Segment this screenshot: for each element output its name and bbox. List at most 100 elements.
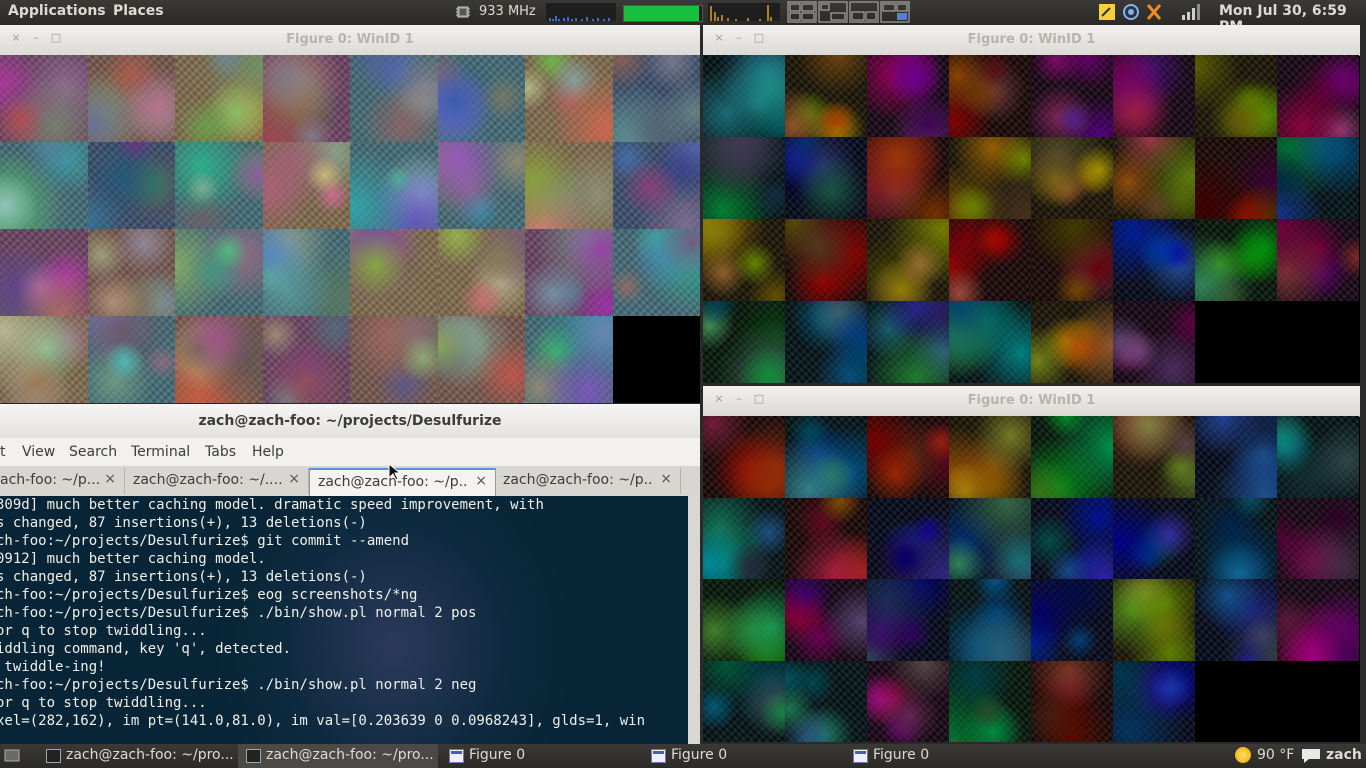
figure-titlebar[interactable]: × – □ Figure 0: WinID 1 — [0, 25, 700, 56]
figure-title: Figure 0: WinID 1 — [967, 32, 1096, 47]
image-tile — [1277, 55, 1359, 137]
chat-icon[interactable] — [1146, 4, 1162, 20]
menu-edit[interactable]: t — [0, 444, 6, 460]
image-tile — [1113, 416, 1195, 498]
taskbar-item-terminal-1[interactable]: zach@zach-foo: ~/pro... — [38, 744, 236, 768]
weather-temperature[interactable]: 90 °F — [1257, 747, 1294, 763]
terminal-tab-1[interactable]: ach-foo: ~/p... × — [0, 468, 125, 494]
menu-search[interactable]: Search — [69, 444, 117, 460]
image-tile — [785, 137, 867, 219]
signal-strength-icon[interactable] — [1182, 4, 1200, 20]
terminal-line: ch-foo:~/projects/Desulfurize$ git commi… — [0, 533, 410, 549]
image-tile — [703, 579, 785, 661]
taskbar-label: Figure 0 — [873, 747, 930, 763]
image-tile — [867, 660, 949, 742]
image-grid — [703, 416, 1360, 742]
image-tile — [612, 316, 700, 403]
show-desktop-icon[interactable] — [4, 748, 20, 764]
figure-window-3[interactable]: × – □ Figure 0: WinID 1 — [703, 386, 1360, 742]
menu-view[interactable]: View — [22, 444, 55, 460]
user-name[interactable]: zach — [1326, 747, 1362, 763]
terminal-scrollbar[interactable] — [688, 496, 700, 744]
taskbar-label: Figure 0 — [469, 747, 526, 763]
menu-terminal[interactable]: Terminal — [131, 444, 190, 460]
image-tile — [262, 142, 350, 229]
image-tile — [437, 142, 525, 229]
tab-close-icon[interactable]: × — [104, 471, 116, 487]
terminal-titlebar[interactable]: zach@zach-foo: ~/projects/Desulfurize — [0, 404, 700, 438]
image-tile — [1277, 301, 1359, 383]
image-tile — [1277, 660, 1359, 742]
figure-titlebar[interactable]: × – □ Figure 0: WinID 1 — [703, 25, 1360, 56]
cpu-icon — [456, 6, 470, 18]
mouse-cursor-icon — [388, 463, 400, 481]
user-chat-icon[interactable] — [1300, 747, 1322, 765]
tab-close-icon[interactable]: × — [475, 473, 487, 489]
image-tile — [703, 137, 785, 219]
memory-usage-bar[interactable] — [623, 5, 703, 22]
image-tile — [1277, 416, 1359, 498]
terminal-tab-4[interactable]: zach@zach-foo: ~/p... × — [495, 468, 681, 494]
system-tray — [1096, 2, 1214, 26]
taskbar-label: zach@zach-foo: ~/pro... — [66, 747, 234, 763]
terminal-tab-2[interactable]: zach@zach-foo: ~/.... × — [125, 468, 309, 494]
terminal-icon — [46, 749, 61, 763]
figure-titlebar[interactable]: × – □ Figure 0: WinID 1 — [703, 386, 1360, 417]
terminal-line: or q to stop twiddling... — [0, 623, 207, 639]
figure-window-2[interactable]: × – □ Figure 0: WinID 1 — [703, 25, 1360, 383]
image-tile — [867, 137, 949, 219]
image-tile — [262, 229, 350, 316]
terminal-line: s changed, 87 insertions(+), 13 deletion… — [0, 569, 367, 585]
terminal-window[interactable]: zach@zach-foo: ~/projects/Desulfurize t … — [0, 404, 700, 744]
workspace-switcher[interactable] — [787, 1, 913, 23]
figure-window-1[interactable]: × – □ Figure 0: WinID 1 — [0, 25, 700, 403]
image-tile — [350, 55, 438, 142]
terminal-output[interactable]: 309d] much better caching model. dramati… — [0, 496, 688, 744]
image-tile — [1277, 497, 1359, 579]
weather-sun-icon[interactable] — [1235, 747, 1251, 763]
image-tile — [87, 316, 175, 403]
image-tile — [703, 219, 785, 301]
terminal-icon — [246, 749, 261, 763]
image-grid — [0, 55, 700, 403]
tab-close-icon[interactable]: × — [288, 471, 300, 487]
menu-help[interactable]: Help — [252, 444, 284, 460]
image-tile — [87, 55, 175, 142]
image-tile — [785, 497, 867, 579]
image-tile — [1031, 660, 1113, 742]
applications-menu[interactable]: Applications — [8, 3, 106, 19]
image-tile — [175, 229, 263, 316]
places-menu[interactable]: Places — [113, 3, 164, 19]
network-load-graph[interactable] — [708, 3, 780, 21]
taskbar-label: Figure 0 — [671, 747, 728, 763]
figure-window-icon — [651, 749, 666, 763]
image-tile — [350, 142, 438, 229]
menu-tabs[interactable]: Tabs — [205, 444, 236, 460]
figure-window-icon — [449, 749, 464, 763]
tab-close-icon[interactable]: × — [660, 471, 672, 487]
cpu-load-graph[interactable] — [546, 3, 616, 21]
image-tile — [1277, 579, 1359, 661]
image-tile — [867, 219, 949, 301]
image-tile — [1031, 579, 1113, 661]
image-tile — [1195, 579, 1277, 661]
image-tile — [785, 55, 867, 137]
taskbar-item-figure-1[interactable]: Figure 0 — [441, 744, 641, 768]
image-tile — [612, 229, 700, 316]
image-tile — [949, 660, 1031, 742]
image-tile — [525, 316, 613, 403]
image-tile — [87, 142, 175, 229]
terminal-tab-3[interactable]: zach@zach-foo: ~/p... × — [309, 468, 496, 496]
image-tile — [785, 416, 867, 498]
taskbar-item-terminal-2[interactable]: zach@zach-foo: ~/pro... — [238, 744, 438, 768]
image-tile — [867, 497, 949, 579]
image-tile — [785, 579, 867, 661]
notification-icon[interactable] — [1123, 4, 1139, 20]
notes-icon[interactable] — [1099, 4, 1115, 20]
image-tile — [0, 142, 88, 229]
top-panel: Applications Places 933 MHz Mon Jul 30, — [0, 0, 1366, 35]
terminal-tab-bar: ach-foo: ~/p... × zach@zach-foo: ~/.... … — [0, 466, 700, 497]
taskbar-item-figure-2[interactable]: Figure 0 — [643, 744, 843, 768]
taskbar-label: zach@zach-foo: ~/pro... — [266, 747, 434, 763]
taskbar-item-figure-3[interactable]: Figure 0 — [845, 744, 1045, 768]
